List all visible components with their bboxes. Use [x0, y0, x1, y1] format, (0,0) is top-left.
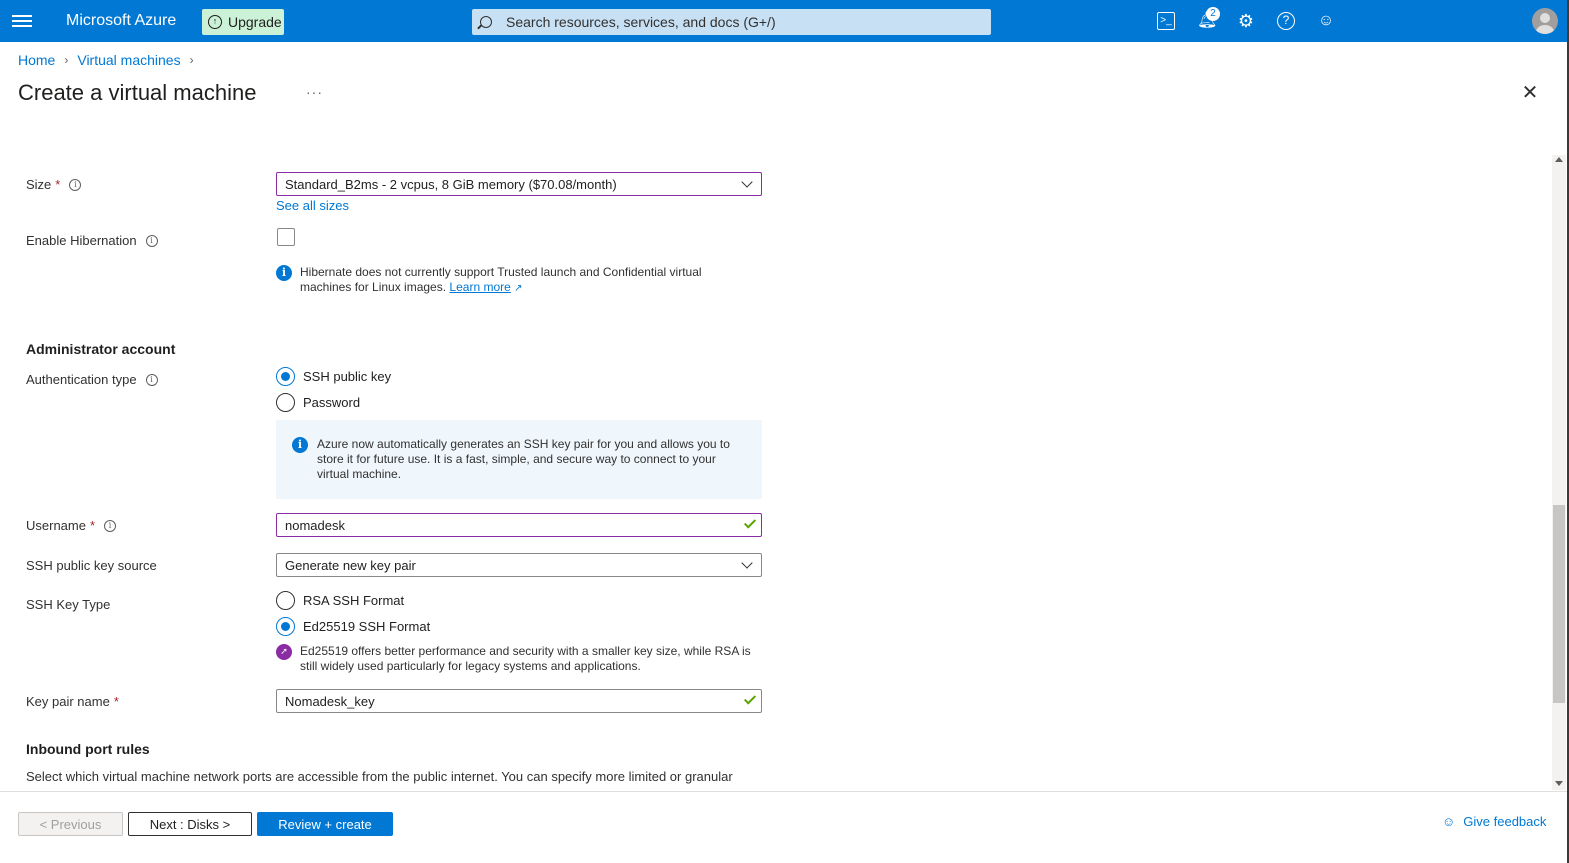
ssh-key-source-label: SSH public key source: [26, 558, 157, 573]
external-link-icon: ↗: [514, 283, 523, 294]
ssh-key-type-label: SSH Key Type: [26, 597, 111, 612]
page-title: Create a virtual machine: [18, 80, 257, 105]
learn-more-link[interactable]: Learn more: [449, 280, 510, 294]
search-placeholder: Search resources, services, and docs (G+…: [506, 14, 776, 30]
top-bar: Microsoft Azure ↑ Upgrade Search resourc…: [0, 0, 1569, 42]
upgrade-button[interactable]: ↑ Upgrade: [202, 9, 284, 35]
valid-check-icon: [743, 516, 757, 529]
search-input[interactable]: Search resources, services, and docs (G+…: [472, 9, 991, 35]
notification-badge: 2: [1206, 7, 1220, 21]
info-icon[interactable]: i: [145, 234, 158, 247]
see-all-sizes-link[interactable]: See all sizes: [276, 198, 349, 213]
radio-ssh-public-key[interactable]: SSH public key: [276, 367, 391, 386]
scroll-down-icon[interactable]: [1555, 781, 1563, 786]
rocket-icon: ➚: [276, 644, 292, 660]
info-icon: i: [276, 265, 292, 281]
info-icon[interactable]: i: [69, 178, 82, 191]
upgrade-arrow-icon: ↑: [208, 15, 222, 29]
valid-check-icon: [743, 692, 757, 705]
key-pair-name-value: Nomadesk_key: [285, 693, 375, 709]
hibernation-note: i Hibernate does not currently support T…: [276, 265, 702, 296]
radio-ed25519-ssh-format[interactable]: Ed25519 SSH Format: [276, 617, 430, 636]
size-dropdown[interactable]: Standard_B2ms - 2 vcpus, 8 GiB memory ($…: [276, 172, 762, 196]
chevron-down-icon: [741, 557, 753, 569]
give-feedback-link[interactable]: ☺ Give feedback: [1442, 814, 1546, 829]
ssh-key-source-value: Generate new key pair: [285, 557, 416, 573]
vertical-scrollbar[interactable]: [1552, 155, 1566, 790]
breadcrumb-home[interactable]: Home: [18, 52, 55, 68]
breadcrumb: Home › Virtual machines ›: [18, 52, 203, 68]
username-input[interactable]: nomadesk: [276, 513, 762, 537]
settings-gear-icon[interactable]: ⚙: [1237, 12, 1255, 30]
feedback-icon[interactable]: ☺: [1317, 12, 1335, 30]
radio-unselected-icon: [276, 393, 295, 412]
radio-selected-icon: [276, 617, 295, 636]
radio-rsa-ssh-format[interactable]: RSA SSH Format: [276, 591, 404, 610]
form-content: Size * i Standard_B2ms - 2 vcpus, 8 GiB …: [0, 150, 1552, 790]
previous-button[interactable]: < Previous: [18, 812, 123, 836]
username-value: nomadesk: [285, 517, 345, 533]
radio-selected-icon: [276, 367, 295, 386]
chevron-right-icon: ›: [189, 53, 194, 67]
key-pair-name-label: Key pair name *: [26, 694, 119, 709]
hibernation-label: Enable Hibernation i: [26, 233, 158, 248]
brand-title[interactable]: Microsoft Azure: [66, 12, 176, 30]
key-pair-name-input[interactable]: Nomadesk_key: [276, 689, 762, 713]
upgrade-label: Upgrade: [228, 14, 282, 30]
info-icon[interactable]: i: [104, 519, 117, 532]
ssh-key-type-note: ➚ Ed25519 offers better performance and …: [276, 644, 751, 674]
review-create-button[interactable]: Review + create: [257, 812, 393, 836]
radio-unselected-icon: [276, 591, 295, 610]
ssh-key-source-dropdown[interactable]: Generate new key pair: [276, 553, 762, 577]
inbound-port-rules-heading: Inbound port rules: [26, 741, 150, 757]
close-icon[interactable]: ✕: [1521, 83, 1539, 103]
wizard-footer: < Previous Next : Disks > Review + creat…: [0, 791, 1569, 863]
cloud-shell-icon[interactable]: >_: [1157, 12, 1175, 30]
search-icon: [480, 16, 492, 28]
username-label: Username * i: [26, 518, 117, 533]
avatar[interactable]: [1532, 8, 1558, 34]
chevron-right-icon: ›: [64, 53, 69, 67]
size-value: Standard_B2ms - 2 vcpus, 8 GiB memory ($…: [285, 176, 617, 192]
menu-icon[interactable]: [12, 12, 32, 30]
authentication-type-label: Authentication type i: [26, 372, 158, 387]
next-disks-button[interactable]: Next : Disks >: [128, 812, 252, 836]
scroll-up-icon[interactable]: [1555, 157, 1563, 162]
more-options-icon[interactable]: ···: [306, 84, 323, 100]
scrollbar-thumb[interactable]: [1553, 505, 1565, 703]
help-icon[interactable]: ?: [1277, 12, 1295, 30]
size-label: Size * i: [26, 177, 82, 192]
breadcrumb-virtual-machines[interactable]: Virtual machines: [77, 52, 180, 68]
administrator-account-heading: Administrator account: [26, 341, 176, 357]
info-icon: i: [292, 437, 308, 453]
inbound-port-rules-description: Select which virtual machine network por…: [26, 769, 733, 784]
enable-hibernation-checkbox[interactable]: [277, 228, 295, 246]
feedback-icon: ☺: [1442, 814, 1456, 829]
ssh-info-box: i Azure now automatically generates an S…: [276, 420, 762, 499]
radio-password[interactable]: Password: [276, 393, 360, 412]
chevron-down-icon: [741, 176, 753, 188]
info-icon[interactable]: i: [145, 373, 158, 386]
